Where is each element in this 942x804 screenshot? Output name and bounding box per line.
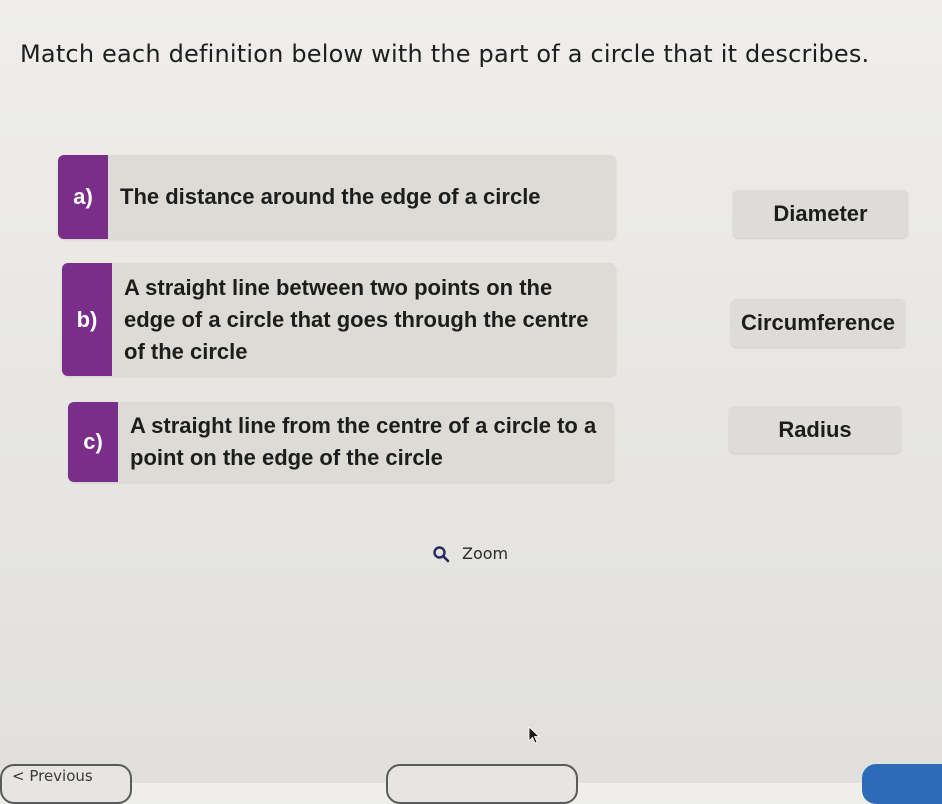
zoom-label: Zoom xyxy=(462,544,509,563)
definition-text-a: The distance around the edge of a circle xyxy=(120,184,541,209)
magnifier-icon xyxy=(432,545,450,563)
answer-diameter[interactable]: Diameter xyxy=(733,190,908,238)
definition-letter-c: c) xyxy=(68,402,118,482)
next-button[interactable] xyxy=(862,764,942,804)
answer-radius[interactable]: Radius xyxy=(729,406,901,453)
definition-card-a[interactable]: a) The distance around the edge of a cir… xyxy=(58,155,616,239)
middle-nav-button[interactable] xyxy=(386,764,578,804)
definition-card-b[interactable]: b) A straight line between two points on… xyxy=(62,263,616,376)
instruction-text: Match each definition below with the par… xyxy=(20,40,870,68)
previous-button[interactable]: < Previous xyxy=(0,764,132,804)
definition-text-b: A straight line between two points on th… xyxy=(124,274,589,364)
mouse-pointer-icon xyxy=(528,726,542,749)
definition-letter-b: b) xyxy=(62,263,112,376)
definition-letter-a: a) xyxy=(58,155,108,239)
definition-card-c[interactable]: c) A straight line from the centre of a … xyxy=(68,402,614,482)
zoom-button[interactable]: Zoom xyxy=(432,544,508,563)
definition-text-c: A straight line from the centre of a cir… xyxy=(130,413,597,470)
answer-circumference[interactable]: Circumference xyxy=(731,299,905,347)
